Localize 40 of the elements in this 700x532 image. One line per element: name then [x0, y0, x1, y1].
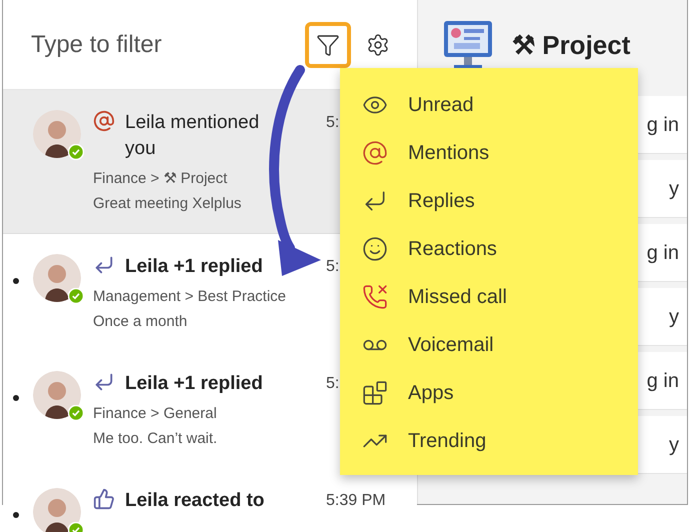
message-text: g in	[646, 240, 679, 266]
activity-time: 5:39 PM	[326, 491, 386, 511]
activity-title: Leila +1 replied	[125, 255, 264, 279]
activity-location: Management > Best Practice	[93, 287, 286, 307]
smiley-icon	[362, 236, 388, 262]
activity-title: Leila mentioned you	[125, 111, 260, 161]
activity-location: Finance > General	[93, 404, 217, 424]
activity-time: 5:	[326, 374, 340, 394]
filter-field[interactable]: Type to filter	[31, 26, 305, 62]
settings-icon	[366, 32, 390, 56]
activity-preview: Great meeting Xelplus	[93, 194, 242, 214]
activity-location: Finance > ⚒ Project	[93, 169, 228, 189]
activity-time: 5:	[326, 113, 340, 133]
apps-icon	[362, 380, 388, 406]
message-text: y	[669, 304, 679, 330]
thumbs-up-icon	[93, 488, 115, 510]
at-sign-icon	[93, 110, 115, 132]
missed-call-icon	[362, 284, 388, 310]
avatar	[33, 110, 81, 158]
message-text: g in	[646, 112, 679, 138]
filter-icon	[316, 32, 340, 56]
activity-title: Leila reacted to	[125, 489, 266, 513]
reply-icon	[93, 254, 115, 276]
activity-preview: Me too. Can’t wait.	[93, 428, 218, 448]
avatar	[33, 488, 81, 532]
activity-title: Leila +1 replied	[125, 372, 264, 396]
available-status-icon	[68, 405, 84, 421]
at-sign-icon	[362, 140, 388, 166]
filter-button[interactable]	[305, 22, 351, 68]
available-status-icon	[68, 144, 84, 160]
message-text: y	[669, 432, 679, 458]
available-status-icon	[68, 288, 84, 304]
activity-time: 5:	[326, 257, 340, 277]
message-text: g in	[646, 368, 679, 394]
reply-icon	[93, 371, 115, 393]
activity-preview: Once a month	[93, 312, 188, 332]
channel-title: ⚒ Project	[512, 28, 630, 62]
avatar	[33, 254, 81, 302]
message-text: y	[669, 176, 679, 202]
avatar	[33, 371, 81, 419]
